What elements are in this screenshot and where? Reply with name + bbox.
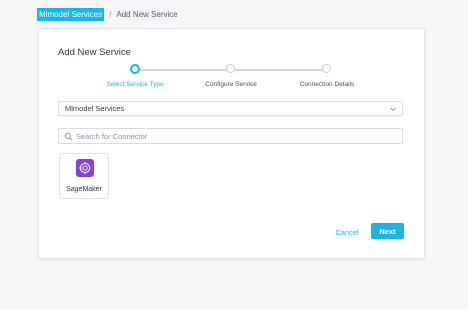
service-type-select-value: Mlmodel Services [65,104,125,113]
connector-search-box [58,128,403,144]
step-connector-line [139,69,231,71]
chevron-down-icon [389,105,397,113]
step-indicator-select-service-type [130,63,140,74]
add-service-card: Add New Service Select Service Type Conf… [38,28,425,259]
connector-card-sagemaker[interactable]: SageMaker [59,153,109,199]
step-indicator-configure-service [226,64,235,73]
step-indicator-connection-details [322,64,331,73]
search-input[interactable] [76,131,396,141]
step-connector-line [235,69,328,71]
next-button[interactable]: Next [371,223,404,239]
step-label-configure-service: Configure Service [205,81,257,88]
sagemaker-logo-icon [76,159,94,177]
service-type-select[interactable]: Mlmodel Services [58,101,403,116]
connector-label-sagemaker: SageMaker [66,186,102,193]
breadcrumb-link-mlmodel-services[interactable]: Mlmodel Services [37,8,105,21]
search-icon [64,132,73,141]
breadcrumb-current: Add New Service [116,10,178,19]
step-label-connection-details: Connection Details [299,81,355,88]
page-title: Add New Service [58,47,131,58]
step-label-select-service-type: Select Service Type [106,81,164,88]
stepper: Select Service Type Configure Service Co… [89,63,379,90]
cancel-button[interactable]: Cancel [327,225,367,239]
breadcrumb-separator: / [109,10,112,19]
breadcrumb: Mlmodel Services / Add New Service [37,8,178,21]
